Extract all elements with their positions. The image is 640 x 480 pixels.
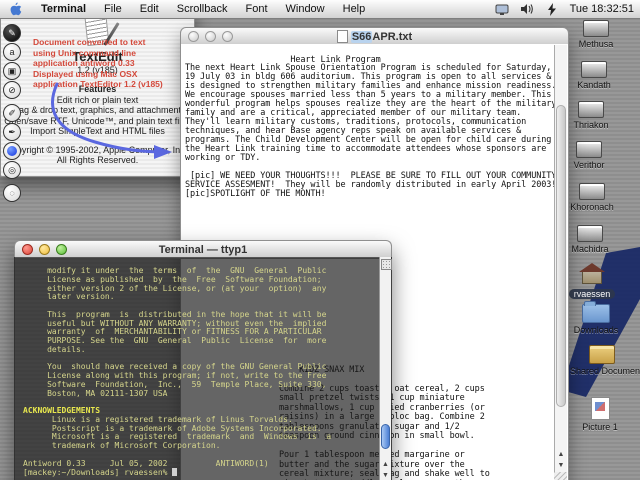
eraser-tool[interactable]: ⊘: [3, 81, 21, 99]
hard-drive-icon: [579, 183, 605, 200]
pencil-icon: ✎: [8, 28, 16, 39]
menu-bar: Terminal File Edit Scrollback Font Windo…: [0, 0, 640, 19]
menu-bar-clock[interactable]: Tue 18:32:51: [570, 3, 634, 15]
hard-drive-icon: [578, 101, 604, 118]
zoom-button[interactable]: [222, 31, 233, 42]
brush-icon: ✐: [8, 108, 16, 119]
crosshair-tool[interactable]: ◌: [3, 184, 21, 202]
close-button[interactable]: [188, 31, 199, 42]
icon-label: Shared Documents: [570, 366, 634, 376]
hard-drive-icon: [577, 225, 603, 242]
window-title: Terminal — ttyp1: [15, 244, 391, 256]
volume-menu-icon[interactable]: [520, 3, 535, 16]
pen-icon: ✒: [8, 127, 16, 138]
hard-drive-icon: [581, 61, 607, 78]
minimize-button[interactable]: [205, 31, 216, 42]
icon-label-selected: rvaessen: [569, 289, 616, 299]
scrollbar-thumb[interactable]: [556, 105, 566, 407]
brush-tool[interactable]: ✐: [3, 104, 21, 122]
textedit-scrollbar[interactable]: ▲ ▼: [554, 45, 567, 480]
crosshair-icon: ◌: [9, 188, 14, 198]
terminal-cursor: [172, 468, 177, 476]
shell-prompt: [mackey:~/Downloads] rvaessen%: [23, 468, 172, 477]
icon-label: Picture 1: [568, 422, 632, 432]
battery-menu-icon[interactable]: [545, 3, 560, 16]
scrollbar-arrows: ▲ ▼: [555, 449, 567, 471]
zoom-icon: ◎: [8, 165, 16, 176]
zoom-button[interactable]: [56, 244, 67, 255]
desktop-icon-kandath[interactable]: Kandath: [562, 61, 626, 90]
pen-tool[interactable]: ✒: [3, 123, 21, 141]
desktop-icon-shared-documents[interactable]: Shared Documents: [570, 345, 634, 376]
terminal-scrollbar[interactable]: ▲ ▼: [379, 257, 391, 480]
hard-drive-icon: [583, 20, 609, 37]
stamp-icon: ▣: [8, 66, 17, 77]
window-title: S66APR.txt: [181, 30, 568, 43]
menu-extras: Tue 18:32:51: [495, 3, 640, 16]
scrollbar-thumb[interactable]: [381, 424, 390, 449]
menu-help[interactable]: Help: [334, 0, 375, 18]
text-icon: a: [9, 47, 14, 57]
blue-arrow-annotation: [40, 80, 190, 170]
menu-font[interactable]: Font: [236, 0, 276, 18]
folder-icon: [582, 304, 610, 323]
window-controls: [188, 31, 233, 42]
scroll-down-arrow[interactable]: ▼: [380, 470, 391, 480]
scroll-up-arrow[interactable]: ▲: [380, 459, 391, 470]
icon-label: Kandath: [562, 80, 626, 90]
window-controls: [22, 244, 67, 255]
acknowledgements-heading: ACKNOWLEDGEMENTS: [23, 406, 100, 415]
menu-file[interactable]: File: [95, 0, 131, 18]
menu-edit[interactable]: Edit: [131, 0, 168, 18]
color-swatch-tool[interactable]: [3, 142, 21, 160]
icon-label: Downloads: [564, 325, 628, 335]
desktop-icon-picture-1[interactable]: Picture 1: [568, 397, 632, 432]
scrollbar-arrows: ▲ ▼: [380, 459, 391, 480]
menu-window[interactable]: Window: [277, 0, 334, 18]
blue-color-swatch-icon: [7, 146, 17, 156]
picture-file-icon: [591, 397, 610, 420]
license-text: modify it under the terms of the GNU Gen…: [23, 266, 326, 398]
terminal-text[interactable]: modify it under the terms of the GNU Gen…: [23, 267, 377, 478]
resize-grip[interactable]: [554, 472, 567, 480]
apple-logo-icon: [9, 2, 22, 16]
zoom-tool[interactable]: ◎: [3, 161, 21, 179]
desktop-icon-downloads[interactable]: Downloads: [564, 304, 628, 335]
terminal-scrollbar-widget[interactable]: [381, 259, 392, 270]
home-folder-icon: [579, 263, 605, 284]
document-text[interactable]: Heart Link Program The next Heart Link S…: [185, 56, 556, 199]
icon-label: Khoronach: [560, 202, 624, 212]
desktop-icon-rvaessen[interactable]: rvaessen: [560, 263, 624, 302]
menu-scrollback[interactable]: Scrollback: [168, 0, 237, 18]
icon-label: Methusa: [564, 39, 628, 49]
menu-app-name[interactable]: Terminal: [32, 0, 95, 18]
desktop-icon-khoronach[interactable]: Khoronach: [560, 183, 624, 212]
acknowledgements-text: Linux is a registered trademark of Linus…: [23, 415, 331, 468]
close-button[interactable]: [22, 244, 33, 255]
desktop-icon-methusa[interactable]: Methusa: [564, 20, 628, 49]
documents-box-icon: [589, 345, 615, 364]
stamp-tool[interactable]: ▣: [3, 62, 21, 80]
document-proxy-icon[interactable]: [337, 30, 348, 43]
text-tool[interactable]: a: [3, 43, 21, 61]
terminal-window: Terminal — ttyp1 modify it under the ter…: [14, 240, 392, 480]
pencil-tool[interactable]: ✎: [3, 24, 21, 42]
hard-drive-icon: [576, 141, 602, 158]
apple-menu[interactable]: [8, 2, 22, 16]
desktop: Methusa Kandath Thriakon Verithor Khoron…: [0, 0, 640, 480]
scroll-down-arrow[interactable]: ▼: [555, 460, 567, 471]
eraser-icon: ⊘: [8, 85, 16, 96]
displays-menu-icon[interactable]: [495, 3, 510, 16]
minimize-button[interactable]: [39, 244, 50, 255]
scroll-up-arrow[interactable]: ▲: [555, 449, 567, 460]
terminal-content-area[interactable]: modify it under the terms of the GNU Gen…: [14, 257, 392, 480]
